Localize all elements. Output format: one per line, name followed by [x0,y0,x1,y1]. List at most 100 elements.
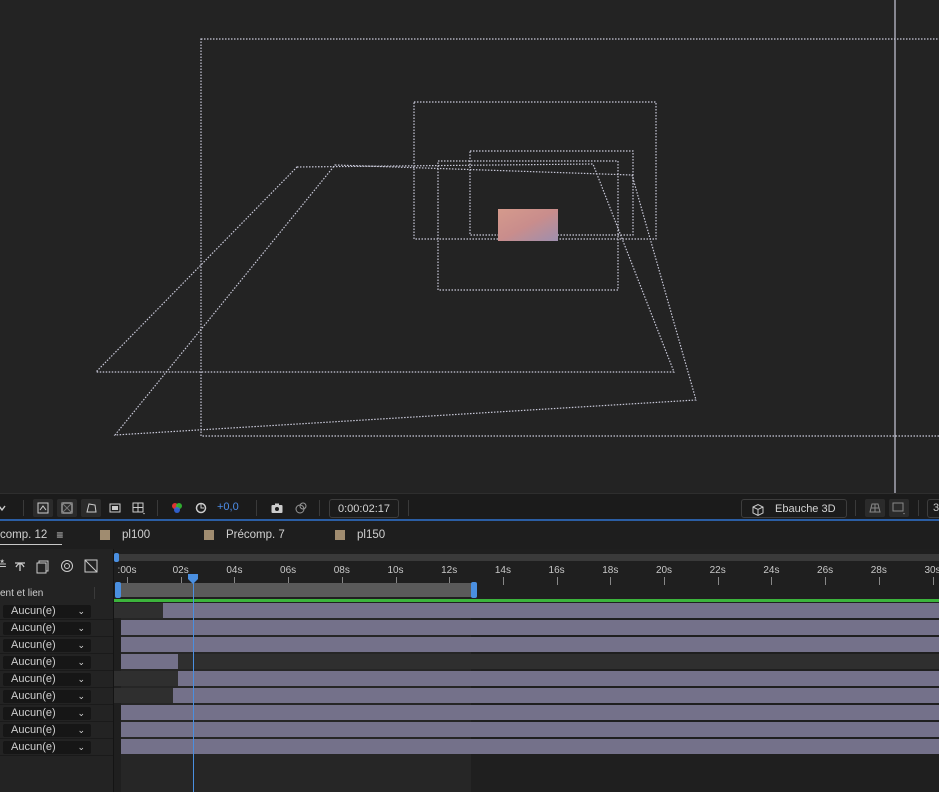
toolbar-divider [408,500,409,516]
shy-layers-icon[interactable]: ≛ [0,558,7,572]
parent-dropdown[interactable]: Aucun(e) ⌄ [3,724,91,737]
layer-empty-bar [114,603,163,618]
current-time-display[interactable]: 0:00:02:17 [329,499,399,518]
ruler-tick [556,577,558,585]
layer-duration-bar[interactable] [121,654,178,669]
layer-duration-bar[interactable] [121,637,939,652]
frame-blending-icon[interactable] [12,558,28,574]
layer-track [121,739,939,755]
comp-color-swatch [335,530,345,540]
ruler-label: 22s [709,565,726,576]
comp-color-swatch [204,530,214,540]
toolbar-divider [918,500,919,516]
ruler-tick [664,577,665,585]
parent-link-column-header[interactable]: ent et lien [0,588,43,599]
tab-label: pl150 [357,529,386,541]
toolbar-divider [256,500,257,516]
grid-guides-icon[interactable] [129,499,149,517]
layer-track [121,705,939,721]
layer-duration-bar[interactable] [121,739,939,754]
ruler-label: 08s [333,565,350,576]
parent-dropdown[interactable]: Aucun(e) ⌄ [3,690,91,703]
motion-blur-icon[interactable] [35,558,51,574]
layer-row[interactable]: Aucun(e) ⌄ [0,705,113,722]
layer-row[interactable]: Aucun(e) ⌄ [0,603,113,620]
ruler-label: 24s [763,565,780,576]
ruler-label: 28s [870,565,887,576]
toolbar-divider [319,500,320,516]
comp-bounds-frame [200,38,939,437]
layer-duration-bar[interactable] [178,671,939,686]
time-ruler[interactable]: :00s 02s 04s 06s 08s 10s 12s 14s 16s 18s 20s 22s 24s… [114,549,939,585]
layer-columns-panel: ≛ ent et lien Aucun(e) ⌄ Aucun(e) ⌄ Aucun(… [0,549,113,792]
parent-dropdown[interactable]: Aucun(e) ⌄ [3,656,91,669]
fast-preview-icon[interactable] [33,499,53,517]
layer-row[interactable]: Aucun(e) ⌄ [0,688,113,705]
ruler-label: :00s [117,565,137,576]
layer-duration-bar[interactable] [163,603,939,618]
playhead-line [193,581,194,792]
chevron-down-icon: ⌄ [77,640,85,650]
color-channels-icon[interactable] [167,499,187,517]
layer-track [121,654,939,670]
ruler-label: 12s [441,565,458,576]
dropdown-chevron-icon[interactable] [0,499,10,517]
layer-duration-bar[interactable] [121,705,939,720]
ruler-label: 04s [226,565,243,576]
parent-dropdown[interactable]: Aucun(e) ⌄ [3,605,91,618]
layer-row[interactable]: Aucun(e) ⌄ [0,671,113,688]
layer-duration-bar[interactable] [173,688,939,703]
layer-row[interactable]: Aucun(e) ⌄ [0,620,113,637]
ruler-label: 14s [494,565,511,576]
chevron-down-icon: ⌄ [77,657,85,667]
ruler-label: 20s [655,565,673,576]
toolbar-divider [157,500,158,516]
work-area-bar[interactable] [120,583,474,597]
transparency-grid-icon[interactable] [57,499,77,517]
exposure-value[interactable]: +0,0 [217,501,239,513]
layer-row[interactable]: Aucun(e) ⌄ [0,637,113,654]
layer-row[interactable]: Aucun(e) ⌄ [0,654,113,671]
layer-row[interactable]: Aucun(e) ⌄ [0,739,113,756]
view-layout-dropdown[interactable]: 3 [927,499,939,518]
mask-visibility-icon[interactable] [81,499,101,517]
tab-pl150[interactable]: pl150 [335,521,385,549]
3d-view-options-icon[interactable] [889,499,909,517]
playhead-handle[interactable] [188,571,198,584]
layer-empty-bar [114,688,173,703]
timeline-graph-area[interactable]: :00s 02s 04s 06s 08s 10s 12s 14s 16s 18s 20s 22s 24s… [113,549,939,792]
ruler-label: 16s [548,565,565,576]
snapshot-camera-icon[interactable] [267,499,287,517]
reset-exposure-icon[interactable] [191,499,211,517]
ruler-label: 06s [280,565,297,576]
work-area-start-handle[interactable] [115,582,121,598]
show-snapshot-icon[interactable] [291,499,311,517]
renderer-dropdown[interactable]: Ebauche 3D [741,499,847,518]
chevron-down-icon: ⌄ [77,623,85,633]
layer-duration-bar[interactable] [121,620,939,635]
tab-menu-icon[interactable]: ≡ [56,528,63,542]
3d-ground-plane-icon[interactable] [865,499,885,517]
parent-dropdown[interactable]: Aucun(e) ⌄ [3,622,91,635]
chevron-down-icon: ⌄ [77,725,85,735]
ruler-label: 18s [602,565,619,576]
tab-precomp-7[interactable]: Précomp. 7 [204,521,285,549]
region-of-interest-icon[interactable] [105,499,125,517]
draft-3d-icon[interactable] [59,558,75,574]
layer-outline-4 [94,163,675,373]
parent-dropdown[interactable]: Aucun(e) ⌄ [3,741,91,754]
tab-label: Précomp. 7 [226,529,285,541]
layer-row[interactable]: Aucun(e) ⌄ [0,722,113,739]
layer-track [121,620,939,636]
tab-pl100[interactable]: pl100 [100,521,150,549]
graph-editor-icon[interactable] [83,558,99,574]
parent-dropdown[interactable]: Aucun(e) ⌄ [3,639,91,652]
tab-label: comp. 12 [0,529,48,541]
ruler-tick [932,577,934,585]
composition-viewer[interactable] [0,0,939,493]
parent-dropdown[interactable]: Aucun(e) ⌄ [3,673,91,686]
layer-duration-bar[interactable] [121,722,939,737]
work-area-end-handle[interactable] [471,582,477,598]
parent-dropdown[interactable]: Aucun(e) ⌄ [3,707,91,720]
ruler-tick [610,577,612,585]
